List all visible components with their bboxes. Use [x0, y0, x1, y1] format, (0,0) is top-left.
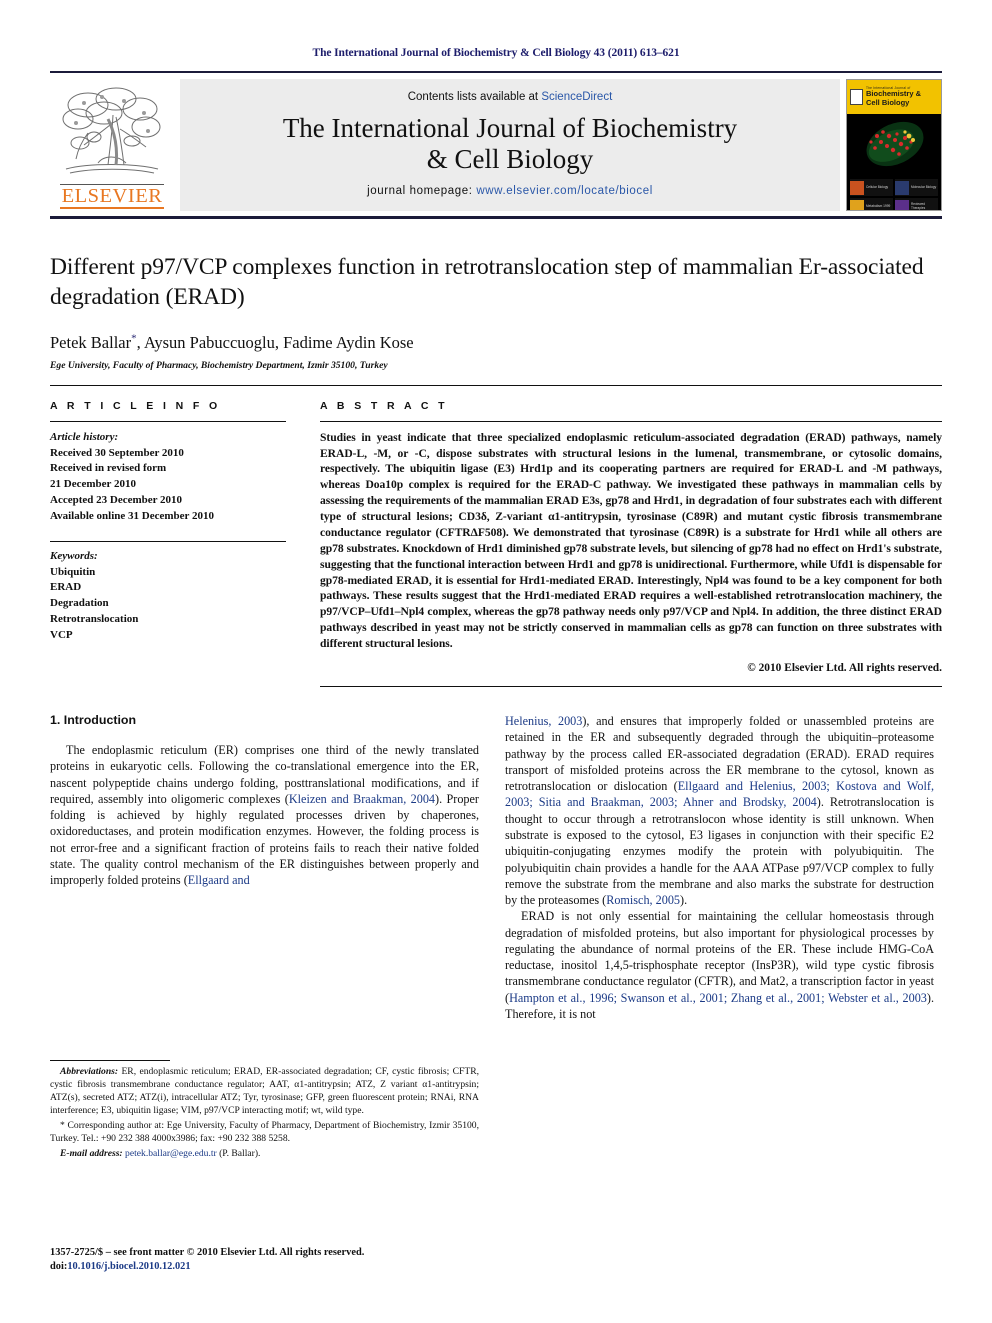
- right-text-b: ). Retrotranslocation is thought to occu…: [505, 795, 934, 908]
- title-divider: [50, 384, 942, 386]
- keyword-item: Retrotranslocation: [50, 613, 139, 625]
- body-right-column: Helenius, 2003), and ensures that improp…: [505, 713, 934, 1143]
- cover-subject-cell: Molecular Biology: [895, 179, 938, 196]
- elsevier-tree-icon: [62, 87, 161, 173]
- cover-subject-label: Cellular Biology: [866, 184, 889, 189]
- article-info-column: A R T I C L E I N F O Article history: R…: [50, 400, 286, 687]
- footnote-corresponding-author: * Corresponding author at: Ege Universit…: [50, 1119, 479, 1144]
- abstract-column: A B S T R A C T Studies in yeast indicat…: [320, 400, 942, 687]
- citation-link[interactable]: Kleizen and Braakman, 2004: [289, 792, 435, 806]
- contents-available-line: Contents lists available at ScienceDirec…: [408, 91, 613, 103]
- cover-subject-cell: Cellular Biology: [850, 179, 893, 196]
- abbreviations-label: Abbreviations:: [60, 1066, 119, 1077]
- article-title: Different p97/VCP complexes function in …: [50, 254, 924, 310]
- cover-subject-label: Reviewed Therapies: [911, 201, 926, 210]
- journal-title: The International Journal of Biochemistr…: [283, 113, 737, 175]
- article-info-heading: A R T I C L E I N F O: [50, 399, 221, 412]
- footnote-email: E-mail address: petek.ballar@ege.edu.tr …: [50, 1148, 479, 1161]
- journal-article-page: The International Journal of Biochemistr…: [0, 0, 992, 1323]
- footnotes-block: Abbreviations: ER, endoplasmic reticulum…: [50, 1060, 479, 1163]
- info-abstract-row: A R T I C L E I N F O Article history: R…: [50, 400, 942, 687]
- journal-title-line-1: The International Journal of Biochemistr…: [282, 112, 738, 143]
- journal-banner: Contents lists available at ScienceDirec…: [180, 79, 840, 211]
- citation-link[interactable]: Romisch, 2005: [606, 893, 680, 907]
- doi-link[interactable]: 10.1016/j.biocel.2010.12.021: [67, 1261, 190, 1272]
- cover-subject-cell: Metabolism 1999: [850, 198, 893, 210]
- masthead-bottom-divider: [50, 216, 942, 219]
- intro-paragraph-right-1: Helenius, 2003), and ensures that improp…: [505, 713, 934, 908]
- footnote-divider: [50, 1060, 170, 1061]
- intro-paragraph-left: The endoplasmic reticulum (ER) comprises…: [50, 742, 479, 889]
- elsevier-logo: ELSEVIER: [50, 79, 174, 211]
- intro-paragraph-right-2: ERAD is not only essential for maintaini…: [505, 908, 934, 1022]
- abstract-rule: [320, 420, 942, 422]
- abstract-heading: A B S T R A C T: [320, 399, 448, 412]
- abstract-bottom-rule: [320, 685, 942, 687]
- abstract-text: Studies in yeast indicate that three spe…: [320, 430, 942, 651]
- sciencedirect-link[interactable]: ScienceDirect: [541, 91, 612, 103]
- running-head: The International Journal of Biochemistr…: [312, 47, 680, 59]
- issn-line: 1357-2725/$ – see front matter © 2010 El…: [50, 1246, 365, 1258]
- article-title-block: Different p97/VCP complexes function in …: [50, 253, 942, 371]
- cover-subject-cell: Reviewed Therapies: [895, 198, 938, 210]
- journal-title-line-2: & Cell Biology: [426, 143, 594, 174]
- cover-micrograph-image: [847, 114, 941, 176]
- keyword-item: Degradation: [50, 597, 109, 610]
- citation-link[interactable]: Ellgaard and: [188, 873, 250, 887]
- issn-doi-block: 1357-2725/$ – see front matter © 2010 El…: [50, 1246, 479, 1275]
- elsevier-wordmark: ELSEVIER: [59, 183, 165, 209]
- right-text-c: ).: [680, 893, 688, 908]
- author-affiliation: Ege University, Faculty of Pharmacy, Bio…: [50, 359, 388, 371]
- keyword-item: VCP: [50, 628, 73, 641]
- journal-cover-thumbnail[interactable]: The International Journal of Biochemistr…: [846, 79, 942, 211]
- cover-header: The International Journal of Biochemistr…: [847, 80, 941, 114]
- author-names: Petek Ballar*, Aysun Pabuccuoglu, Fadime…: [50, 332, 414, 352]
- abstract-copyright: © 2010 Elsevier Ltd. All rights reserved…: [747, 661, 942, 674]
- cover-cell-image: [847, 114, 941, 176]
- history-item: Available online 31 December 2010: [50, 509, 214, 522]
- doi-line: doi:10.1016/j.biocel.2010.12.021: [50, 1260, 479, 1275]
- history-item: 21 December 2010: [50, 478, 136, 491]
- cover-title-text: The International Journal of Biochemistr…: [866, 86, 921, 108]
- footnote-abbreviations: Abbreviations: ER, endoplasmic reticulum…: [50, 1066, 479, 1118]
- cover-elsevier-icon: [850, 89, 863, 105]
- history-item: Received 30 September 2010: [50, 446, 184, 459]
- cover-title-line-2: Cell Biology: [866, 97, 910, 107]
- cover-subject-grid: Cellular Biology Molecular Biology Metab…: [847, 176, 941, 210]
- keywords-rule: [50, 540, 286, 542]
- author-list: Petek Ballar*, Aysun Pabuccuoglu, Fadime…: [50, 332, 942, 353]
- journal-homepage-line: journal homepage: www.elsevier.com/locat…: [367, 185, 653, 197]
- contents-prefix: Contents lists available at: [407, 90, 542, 103]
- homepage-url-link[interactable]: www.elsevier.com/locate/biocel: [476, 185, 653, 197]
- doi-label: doi:: [50, 1261, 68, 1273]
- email-label: E-mail address:: [60, 1147, 123, 1159]
- keywords-label: Keywords:: [50, 549, 98, 562]
- article-history-label: Article history:: [50, 430, 119, 443]
- history-item: Accepted 23 December 2010: [50, 494, 183, 507]
- history-item: Received in revised form: [50, 462, 167, 475]
- masthead: ELSEVIER Contents lists available at Sci…: [50, 71, 942, 211]
- article-history-block: Article history: Received 30 September 2…: [50, 430, 286, 525]
- section-heading-introduction: 1. Introduction: [50, 712, 137, 727]
- email-link[interactable]: petek.ballar@ege.edu.tr: [125, 1148, 217, 1159]
- cover-subject-label: Metabolism 1999: [866, 203, 891, 208]
- keyword-item: Ubiquitin: [50, 565, 96, 578]
- article-info-rule: [50, 420, 286, 422]
- keywords-block: Keywords: Ubiquitin ERAD Degradation Ret…: [50, 549, 286, 644]
- email-suffix: (P. Ballar).: [216, 1147, 261, 1159]
- citation-link[interactable]: Hampton et al., 1996; Swanson et al., 20…: [509, 991, 927, 1005]
- citation-link-continued[interactable]: Helenius, 2003: [505, 714, 582, 728]
- cover-subject-label: Molecular Biology: [911, 184, 937, 189]
- intro-text-b: ). Proper folding is achieved by highly …: [50, 791, 479, 888]
- homepage-label: journal homepage:: [367, 185, 477, 198]
- keyword-item: ERAD: [50, 581, 82, 594]
